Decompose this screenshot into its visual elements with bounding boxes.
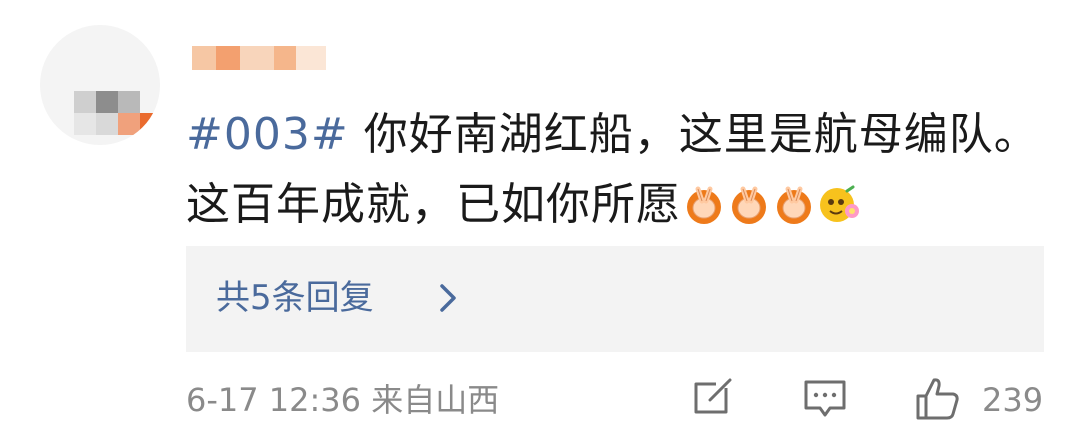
comment-line-1-text: 你好南湖红船，这里是航母编队。 bbox=[348, 109, 1039, 160]
replies-panel[interactable]: 共5条回复 bbox=[186, 246, 1044, 352]
like-icon[interactable] bbox=[912, 374, 962, 424]
clap-hands-emoji bbox=[727, 176, 771, 224]
comment-text: #003# 你好南湖红船，这里是航母编队。 这百年成就，已如你所愿 bbox=[186, 100, 1046, 240]
comment-icon[interactable] bbox=[800, 374, 850, 424]
username[interactable] bbox=[192, 38, 332, 78]
clap-hands-emoji bbox=[772, 176, 816, 224]
comment-card: #003# 你好南湖红船，这里是航母编队。 这百年成就，已如你所愿 共5条回复 … bbox=[0, 0, 1080, 447]
hashtag-link[interactable]: #003# bbox=[186, 109, 349, 160]
like-count: 239 bbox=[982, 381, 1044, 419]
avatar[interactable] bbox=[40, 25, 160, 145]
timestamp-location: 6-17 12:36 来自山西 bbox=[186, 381, 500, 419]
comment-line-2-text: 这百年成就，已如你所愿 bbox=[186, 179, 681, 230]
clap-hands-emoji bbox=[682, 176, 726, 224]
comment-line-2: 这百年成就，已如你所愿 bbox=[186, 170, 1046, 240]
chevron-right-icon bbox=[440, 284, 456, 312]
flower-face-emoji bbox=[817, 176, 861, 222]
replies-link[interactable]: 共5条回复 bbox=[216, 276, 374, 320]
comment-line-1: #003# 你好南湖红船，这里是航母编队。 bbox=[186, 100, 1046, 170]
repost-icon[interactable] bbox=[688, 374, 738, 424]
